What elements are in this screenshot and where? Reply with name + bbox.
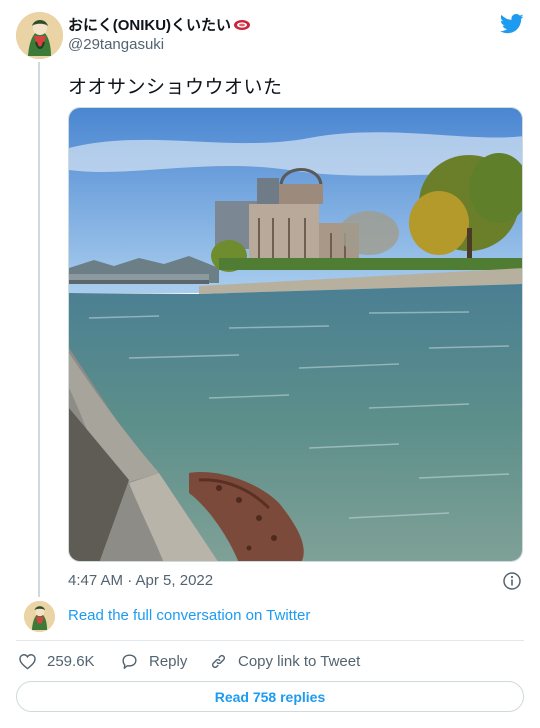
speech-bubble-icon — [122, 653, 137, 669]
author-handle[interactable]: @29tangasuki — [68, 36, 164, 53]
info-icon[interactable] — [503, 572, 521, 590]
tweet-timestamp[interactable]: 4:47 AM · Apr 5, 2022 — [68, 572, 213, 589]
read-replies-label: Read 758 replies — [214, 688, 326, 705]
twitter-bird-icon[interactable] — [500, 13, 524, 35]
read-full-conversation-link[interactable]: Read the full conversation on Twitter — [68, 607, 310, 624]
conversation-avatar[interactable] — [24, 601, 55, 632]
divider — [16, 640, 524, 641]
author-display-name[interactable]: おにく(ONIKU)くいたい — [68, 14, 251, 35]
embedded-tweet: おにく(ONIKU)くいたい @29tangasuki オオサンショウウオいた — [0, 0, 540, 728]
author-avatar[interactable] — [16, 12, 63, 59]
read-replies-button[interactable]: Read 758 replies — [16, 681, 524, 712]
copy-link-label: Copy link to Tweet — [238, 652, 361, 670]
heart-icon — [19, 653, 36, 670]
reply-button[interactable]: Reply — [120, 651, 187, 671]
copy-link-button[interactable]: Copy link to Tweet — [209, 651, 360, 671]
link-icon — [211, 654, 226, 668]
author-name-text[interactable]: おにく(ONIKU)くいたい — [68, 17, 231, 34]
tweet-photo[interactable] — [68, 107, 523, 562]
like-count: 259.6K — [47, 652, 95, 670]
meat-icon — [233, 18, 251, 30]
thread-connector-line — [38, 62, 40, 597]
tweet-text: オオサンショウウオいた — [68, 77, 283, 98]
reply-label: Reply — [149, 652, 188, 670]
like-button[interactable]: 259.6K — [18, 651, 95, 671]
